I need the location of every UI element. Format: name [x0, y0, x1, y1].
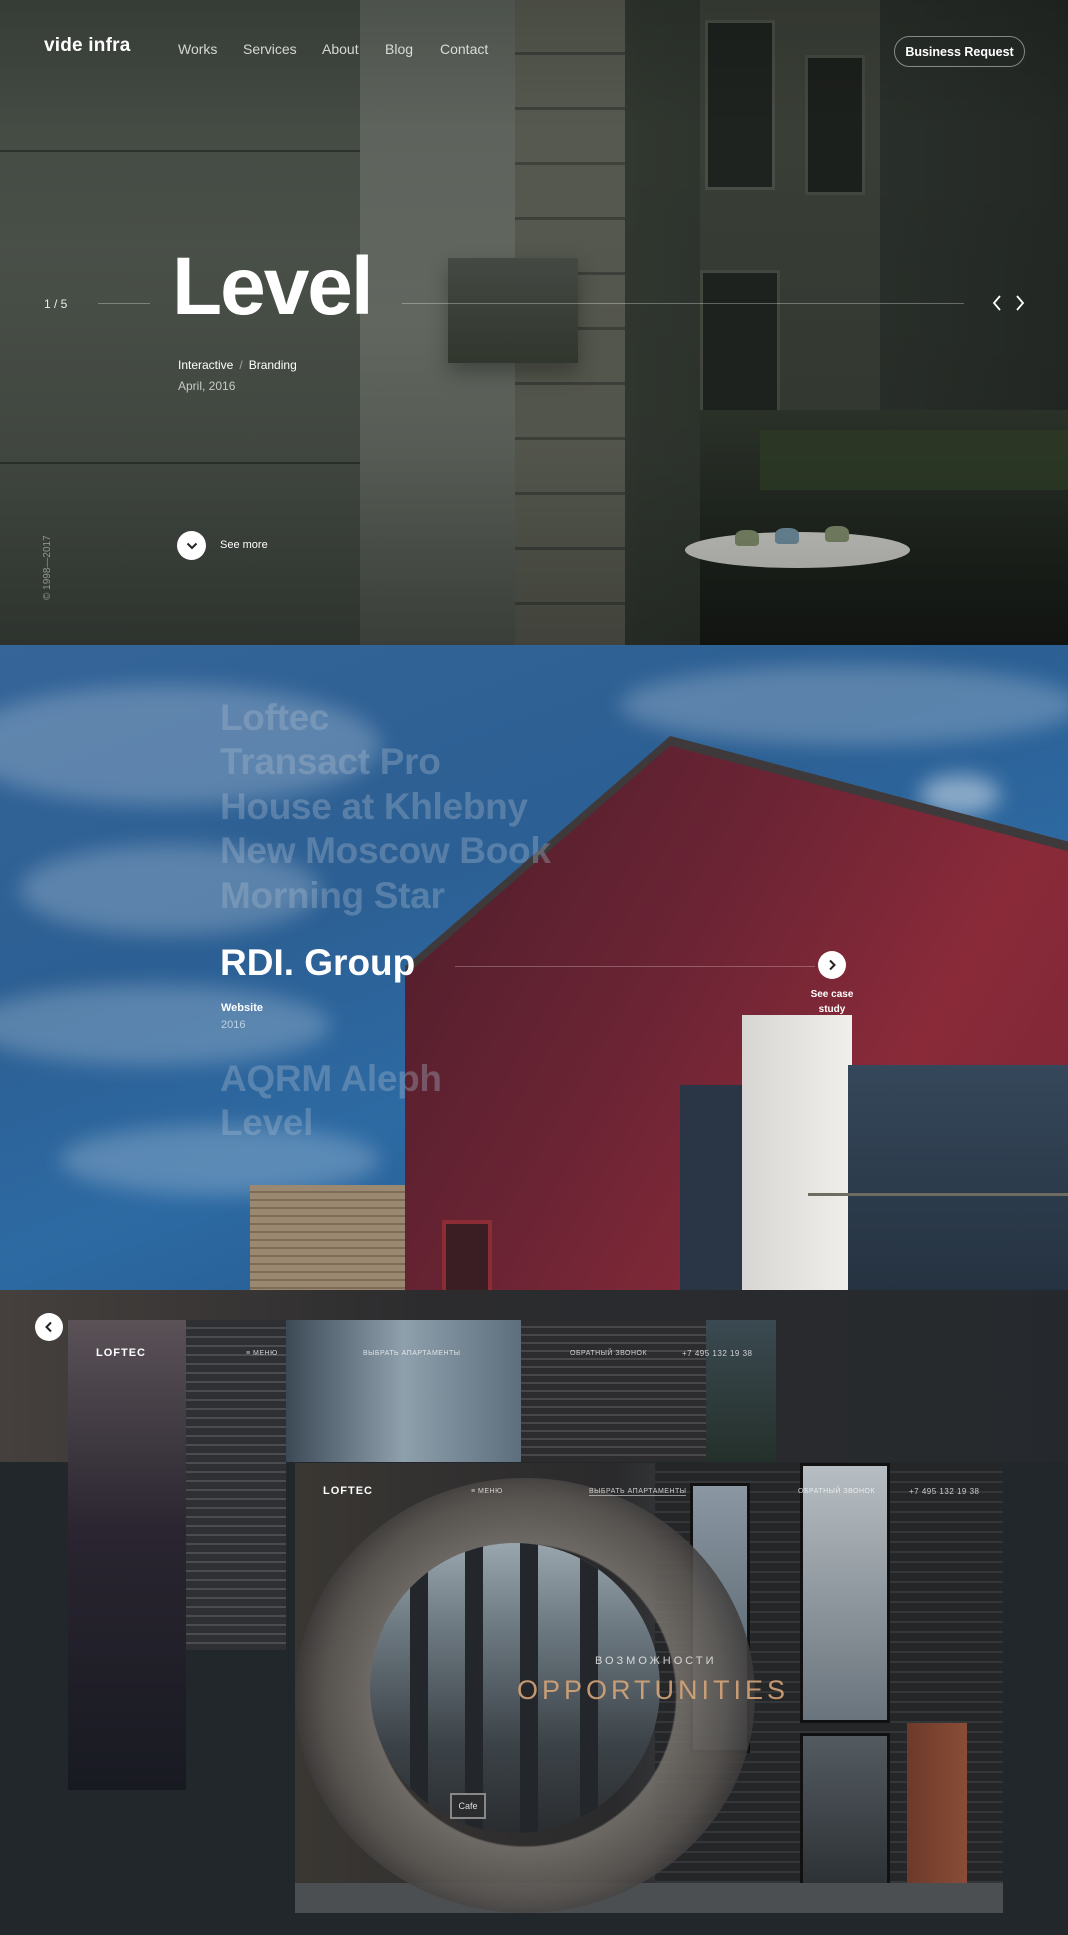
nav-works[interactable]: Works	[178, 41, 217, 57]
work-item[interactable]: AQRM Aleph	[220, 1058, 442, 1100]
chevron-right-icon	[1016, 295, 1025, 311]
case-screenshot-bottom: Cafe LOFTEC ≡ МЕНЮ ВЫБРАТЬ АПАРТАМЕНТЫ О…	[295, 1463, 1003, 1913]
select-apartments-link: ВЫБРАТЬ АПАРТАМЕНТЫ	[589, 1488, 687, 1496]
menu-label: ≡ МЕНЮ	[246, 1350, 278, 1357]
works-section	[0, 645, 1068, 1290]
business-request-button[interactable]: Business Request	[894, 36, 1025, 67]
balcony-rail	[808, 1193, 1068, 1196]
menu-icon: ≡	[471, 1488, 476, 1495]
section-subtitle: ВОЗМОЖНОСТИ	[595, 1655, 717, 1667]
tag-interactive[interactable]: Interactive	[178, 358, 233, 372]
divider	[455, 966, 815, 967]
work-item[interactable]: Loftec	[220, 697, 330, 739]
see-more-label[interactable]: See more	[220, 539, 268, 551]
chevron-left-icon	[992, 295, 1001, 311]
phone-number: +7 495 132 19 38	[909, 1487, 980, 1496]
menu-icon: ≡	[246, 1350, 251, 1357]
section-title: OPPORTUNITIES	[517, 1675, 790, 1705]
nav-services[interactable]: Services	[243, 41, 297, 57]
chevron-left-icon	[45, 1321, 52, 1333]
loftec-logo: LOFTEC	[96, 1347, 146, 1359]
work-type: Website	[221, 1002, 263, 1014]
copyright: © 1998—2017	[42, 535, 53, 600]
case-preview-section: LOFTEC ≡ МЕНЮ ВЫБРАТЬ АПАРТАМЕНТЫ ОБРАТН…	[0, 1290, 1068, 1935]
hero-section: vide infra Works Services About Blog Con…	[0, 0, 1068, 645]
select-apartments-link: ВЫБРАТЬ АПАРТАМЕНТЫ	[363, 1350, 461, 1357]
active-work-title[interactable]: RDI. Group	[220, 942, 415, 984]
brick-building	[250, 1185, 410, 1290]
work-item[interactable]: Transact Pro	[220, 741, 441, 783]
back-button[interactable]	[35, 1313, 63, 1341]
next-slide-button[interactable]	[1010, 293, 1030, 313]
work-item[interactable]: Level	[220, 1102, 313, 1144]
menu-label: ≡ МЕНЮ	[471, 1488, 503, 1495]
loftec-logo: LOFTEC	[323, 1485, 373, 1497]
project-date: April, 2016	[178, 379, 236, 393]
phone-number: +7 495 132 19 38	[682, 1349, 753, 1358]
chevron-right-icon	[829, 959, 836, 971]
work-item[interactable]: New Moscow Book	[220, 830, 551, 872]
see-more-button[interactable]	[177, 531, 206, 560]
divider	[98, 303, 150, 304]
slide-counter: 1 / 5	[44, 297, 68, 311]
callback-link: ОБРАТНЫЙ ЗВОНОК	[798, 1488, 876, 1495]
nav-about[interactable]: About	[322, 41, 359, 57]
callback-link: ОБРАТНЫЙ ЗВОНОК	[570, 1350, 648, 1357]
work-item[interactable]: House at Khlebny	[220, 786, 528, 828]
nav-blog[interactable]: Blog	[385, 41, 413, 57]
divider	[402, 303, 964, 304]
chevron-down-icon	[186, 542, 197, 549]
site-logo[interactable]: vide infra	[44, 35, 130, 57]
tag-branding[interactable]: Branding	[249, 358, 297, 372]
main-nav: vide infra Works Services About Blog Con…	[0, 0, 1068, 100]
prev-slide-button[interactable]	[987, 293, 1007, 313]
hero-title: Level	[172, 241, 374, 332]
cafe-sign: Cafe	[450, 1793, 486, 1819]
work-year: 2016	[221, 1019, 246, 1031]
nav-contact[interactable]: Contact	[440, 41, 488, 57]
project-tags: Interactive / Branding	[178, 358, 297, 372]
work-item[interactable]: Morning Star	[220, 875, 445, 917]
see-case-study-button[interactable]	[818, 951, 846, 979]
see-case-study-label[interactable]: See case study	[800, 987, 864, 1017]
